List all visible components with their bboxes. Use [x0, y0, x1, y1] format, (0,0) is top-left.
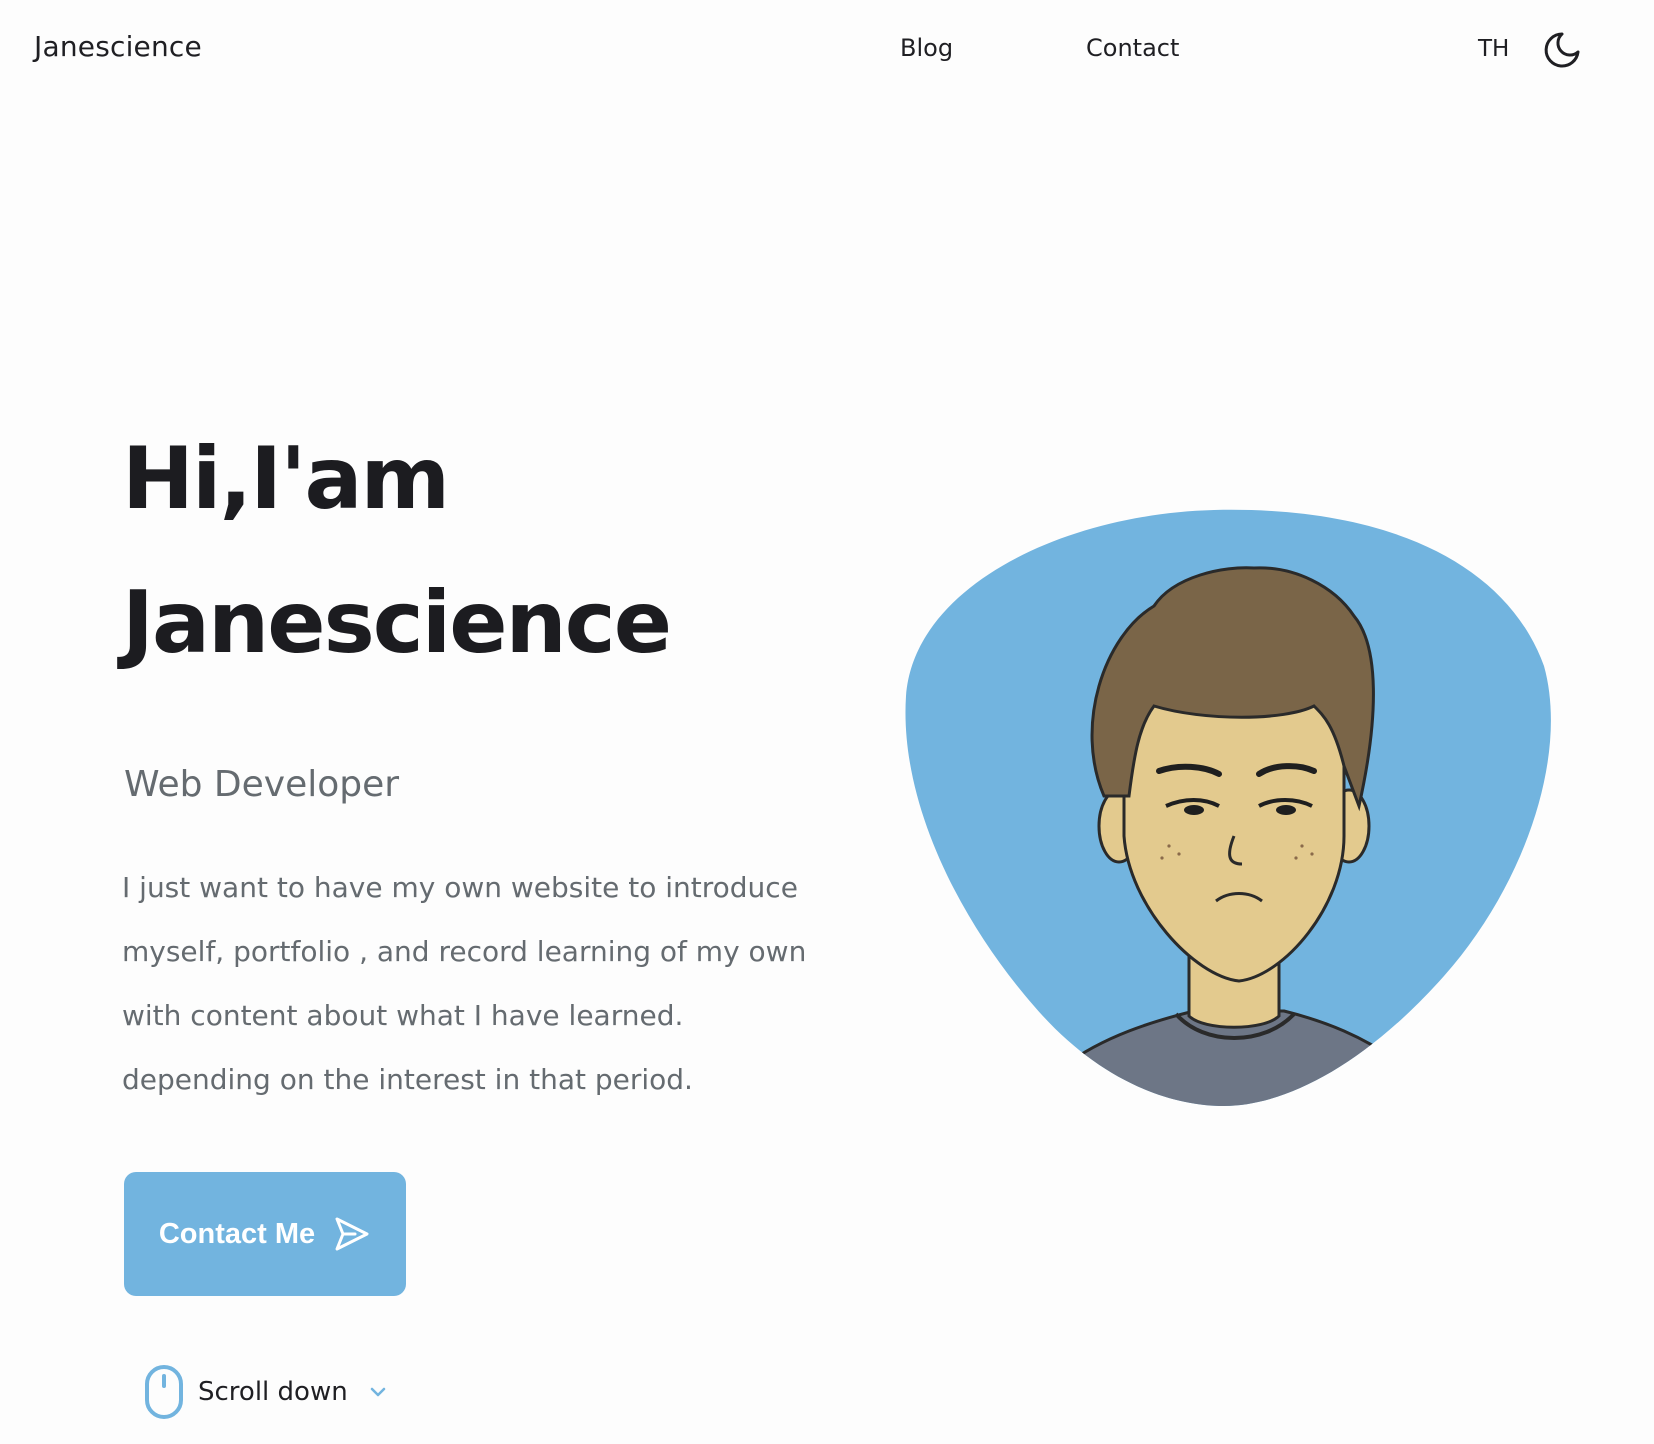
avatar-illustration [905, 509, 1551, 1107]
moon-icon[interactable] [1542, 30, 1582, 70]
nav-link-contact[interactable]: Contact [1086, 34, 1179, 62]
scroll-down-label: Scroll down [198, 1377, 348, 1407]
hero-role: Web Developer [124, 764, 400, 805]
language-toggle[interactable]: TH [1478, 36, 1509, 62]
logo[interactable]: Janescience [34, 30, 202, 63]
hero-description: I just want to have my own website to in… [122, 856, 842, 1112]
nav-link-blog[interactable]: Blog [900, 34, 953, 62]
description-line: depending on the interest in that period… [122, 1063, 693, 1096]
mouse-icon [145, 1365, 183, 1419]
page: Janescience Blog Contact TH Hi,I'am Jane… [0, 0, 1654, 1444]
scroll-down-link[interactable]: Scroll down [144, 1364, 388, 1420]
contact-me-button[interactable]: Contact Me [124, 1172, 406, 1296]
send-icon [335, 1217, 369, 1251]
hero-greeting: Hi,I'am [122, 429, 450, 529]
description-line: I just want to have my own website to in… [122, 871, 798, 904]
description-line: with content about what I have learned. [122, 999, 684, 1032]
hero-name: Janescience [122, 573, 672, 673]
avatar [904, 506, 1554, 1112]
header: Janescience Blog Contact TH [0, 0, 1654, 100]
contact-me-label: Contact Me [158, 1217, 316, 1250]
description-line: myself, portfolio , and record learning … [122, 935, 807, 968]
chevron-down-icon [370, 1387, 385, 1397]
